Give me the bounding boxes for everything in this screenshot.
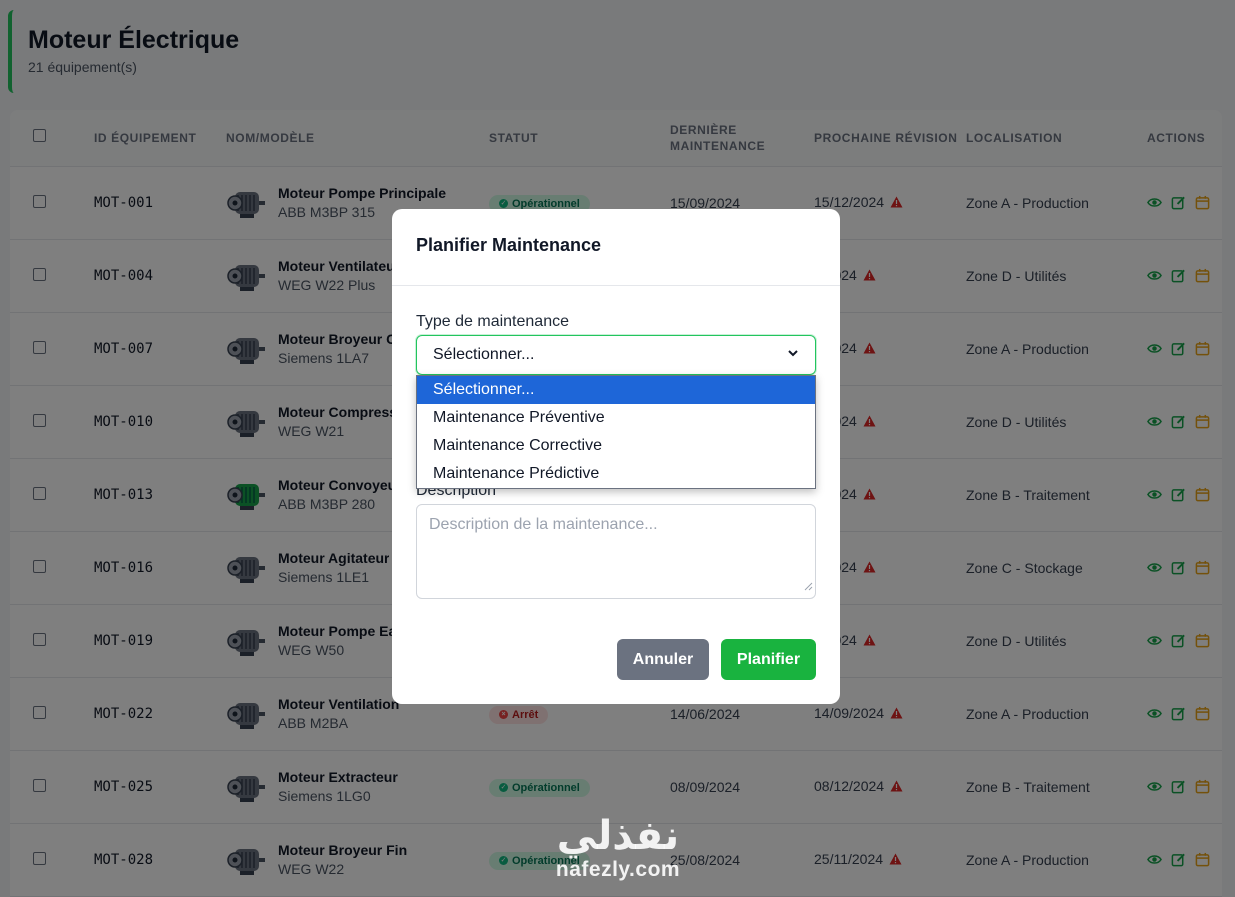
description-placeholder: Description de la maintenance... (429, 516, 658, 533)
maintenance-type-value: Sélectionner... (433, 346, 535, 363)
resize-handle-icon[interactable] (804, 578, 813, 596)
option-preventive[interactable]: Maintenance Préventive (417, 404, 815, 432)
maintenance-type-label: Type de maintenance (416, 313, 569, 330)
option-predictive[interactable]: Maintenance Prédictive (417, 460, 815, 488)
watermark-latin: nafezly.com (555, 858, 681, 881)
watermark-logo: نفذلي nafezly.com (543, 814, 693, 882)
option-corrective[interactable]: Maintenance Corrective (417, 432, 815, 460)
plan-maintenance-modal: Planifier Maintenance Type de maintenanc… (392, 209, 840, 704)
option-select[interactable]: Sélectionner... (417, 376, 815, 404)
maintenance-type-select[interactable]: Sélectionner... (416, 335, 816, 375)
chevron-down-icon (787, 346, 799, 364)
description-textarea[interactable]: Description de la maintenance... (416, 504, 816, 599)
plan-button[interactable]: Planifier (721, 639, 816, 680)
maintenance-type-dropdown: Sélectionner... Maintenance Préventive M… (416, 375, 816, 489)
modal-header: Planifier Maintenance (392, 209, 840, 286)
watermark-arabic: نفذلي (556, 813, 680, 859)
modal-title: Planifier Maintenance (416, 235, 602, 255)
cancel-button[interactable]: Annuler (617, 639, 709, 680)
